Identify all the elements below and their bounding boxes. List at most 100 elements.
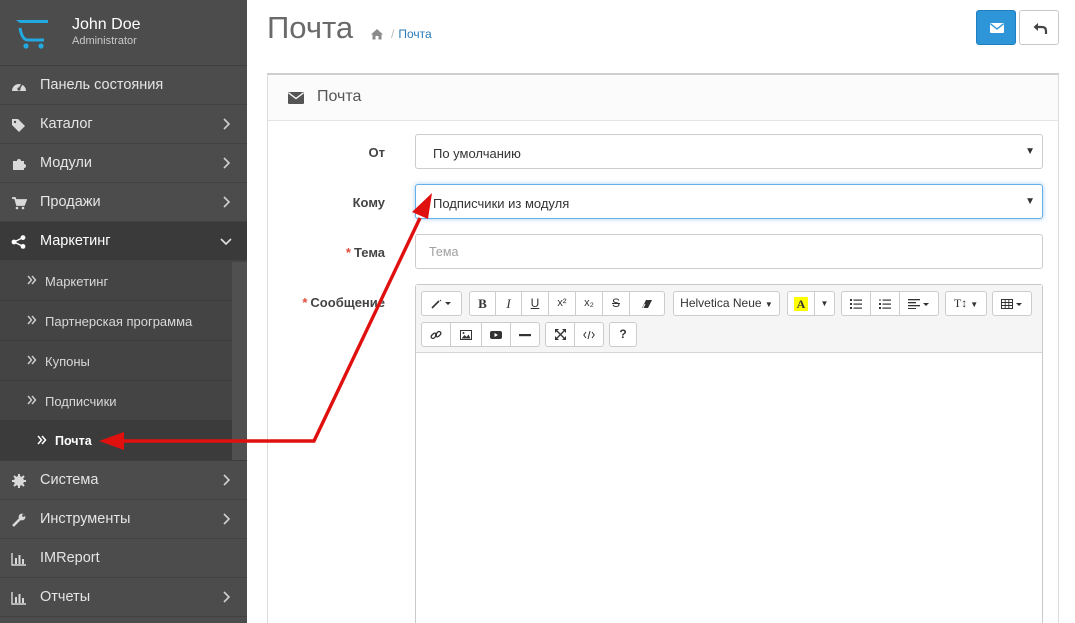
marketing-submenu: Маркетинг Партнерская программа Купоны П…: [0, 261, 247, 461]
editor-content-area[interactable]: [416, 353, 1042, 623]
text-color-dropdown[interactable]: ▼: [814, 291, 835, 316]
line-height-dropdown[interactable]: T↕ ▼: [945, 291, 987, 316]
submenu-item-label: Маркетинг: [45, 274, 109, 289]
image-icon: [460, 329, 472, 340]
send-button[interactable]: [976, 10, 1016, 45]
required-asterisk: *: [302, 295, 308, 310]
fullscreen-button[interactable]: [545, 322, 575, 347]
submenu-item-marketing[interactable]: Маркетинг: [0, 261, 247, 301]
caret-down-icon: ▼: [820, 299, 829, 308]
editor-toolbar: B I U x² x₂ S Helvetica Neue ▼ A ▼ T↕ ▼: [416, 285, 1042, 353]
insert-image-button[interactable]: [450, 322, 482, 347]
list-ol-icon: [879, 298, 891, 309]
sidebar-item-modules[interactable]: Модули: [0, 144, 247, 183]
to-select-value: Подписчики из модуля: [433, 196, 570, 211]
submenu-item-coupons[interactable]: Купоны: [0, 341, 247, 381]
superscript-button[interactable]: x²: [548, 291, 576, 316]
ordered-list-button[interactable]: [870, 291, 900, 316]
panel-title: Почта: [317, 88, 362, 105]
to-select[interactable]: Подписчики из модуля ▼: [415, 184, 1043, 219]
sidebar-item-tools[interactable]: Инструменты: [0, 500, 247, 539]
align-left-icon: [908, 298, 929, 309]
magic-icon: [430, 299, 451, 309]
envelope-icon: [288, 92, 304, 104]
sidebar-item-system[interactable]: Система: [0, 461, 247, 500]
puzzle-icon: [13, 159, 26, 170]
list-ul-icon: [850, 298, 862, 309]
cart-logo-icon: [16, 20, 48, 49]
strikethrough-button[interactable]: S: [602, 291, 630, 316]
style-dropdown-button[interactable]: [421, 291, 462, 316]
required-asterisk: *: [345, 245, 351, 260]
home-icon[interactable]: [370, 28, 384, 40]
font-name-value: Helvetica Neue: [680, 296, 762, 310]
from-select[interactable]: По умолчанию ▼: [415, 134, 1043, 169]
code-icon: [583, 330, 595, 339]
user-role: Administrator: [72, 35, 137, 47]
user-profile[interactable]: John Doe Administrator: [0, 0, 247, 66]
video-icon: [490, 330, 502, 339]
tags-icon: [12, 119, 25, 132]
from-select-value: По умолчанию: [433, 146, 521, 161]
sidebar-item-sales[interactable]: Продажи: [0, 183, 247, 222]
sidebar-item-label: Маркетинг: [40, 233, 111, 249]
help-button[interactable]: ?: [609, 322, 637, 347]
sidebar-item-dashboard[interactable]: Панель состояния: [0, 66, 247, 105]
text-color-button[interactable]: A: [787, 291, 815, 316]
insert-hr-button[interactable]: [510, 322, 540, 347]
insert-video-button[interactable]: [481, 322, 511, 347]
subject-label: * Тема: [345, 245, 385, 260]
sidebar-item-catalog[interactable]: Каталог: [0, 105, 247, 144]
sidebar: John Doe Administrator Панель состояния …: [0, 0, 247, 623]
align-dropdown[interactable]: [899, 291, 939, 316]
wrench-icon: [12, 513, 26, 527]
subject-input[interactable]: [415, 234, 1043, 269]
font-name-dropdown[interactable]: Helvetica Neue ▼: [673, 291, 780, 316]
chevron-down-icon: [220, 238, 232, 246]
submenu-item-subscribers[interactable]: Подписчики: [0, 381, 247, 421]
bold-button[interactable]: B: [469, 291, 496, 316]
eraser-icon: [642, 299, 652, 309]
sidebar-item-imreport[interactable]: IMReport: [0, 539, 247, 578]
submenu-item-label: Почта: [55, 434, 92, 448]
clear-format-button[interactable]: [629, 291, 665, 316]
sidebar-item-label: Каталог: [40, 116, 93, 132]
message-editor: B I U x² x₂ S Helvetica Neue ▼ A ▼ T↕ ▼: [415, 284, 1043, 623]
page-title: Почта: [267, 10, 354, 45]
chevron-right-icon: [223, 157, 231, 169]
breadcrumb-link-mail[interactable]: Почта: [398, 27, 431, 41]
subscript-button[interactable]: x₂: [575, 291, 603, 316]
chevron-right-icon: [223, 513, 231, 525]
double-chevron-right-icon: [37, 435, 47, 445]
to-label: Кому: [352, 195, 385, 210]
cart-icon: [12, 197, 27, 210]
chevron-right-icon: [223, 591, 231, 603]
sidebar-item-marketing[interactable]: Маркетинг: [0, 222, 247, 261]
underline-button[interactable]: U: [521, 291, 549, 316]
envelope-icon: [990, 23, 1004, 33]
sidebar-item-label: Отчеты: [40, 589, 91, 605]
from-label: От: [368, 145, 385, 160]
gear-icon: [12, 474, 26, 488]
code-view-button[interactable]: [574, 322, 604, 347]
message-label: * Сообщение: [302, 295, 385, 310]
italic-button[interactable]: I: [495, 291, 522, 316]
submenu-item-affiliates[interactable]: Партнерская программа: [0, 301, 247, 341]
chevron-right-icon: [223, 196, 231, 208]
double-chevron-right-icon: [27, 355, 37, 365]
unordered-list-button[interactable]: [841, 291, 871, 316]
sidebar-item-reports[interactable]: Отчеты: [0, 578, 247, 617]
caret-down-icon: ▼: [1025, 146, 1035, 157]
submenu-item-mail[interactable]: Почта: [0, 421, 247, 461]
table-icon: [1001, 298, 1022, 309]
panel-heading: Почта: [268, 75, 1058, 121]
link-icon: [430, 330, 442, 339]
caret-down-icon: ▼: [764, 300, 773, 309]
bar-chart-icon: [11, 553, 26, 566]
table-dropdown[interactable]: [992, 291, 1032, 316]
sidebar-scrollbar[interactable]: [232, 262, 247, 460]
insert-link-button[interactable]: [421, 322, 451, 347]
chevron-right-icon: [223, 474, 231, 486]
sidebar-item-label: Панель состояния: [40, 77, 164, 93]
back-button[interactable]: [1019, 10, 1059, 45]
